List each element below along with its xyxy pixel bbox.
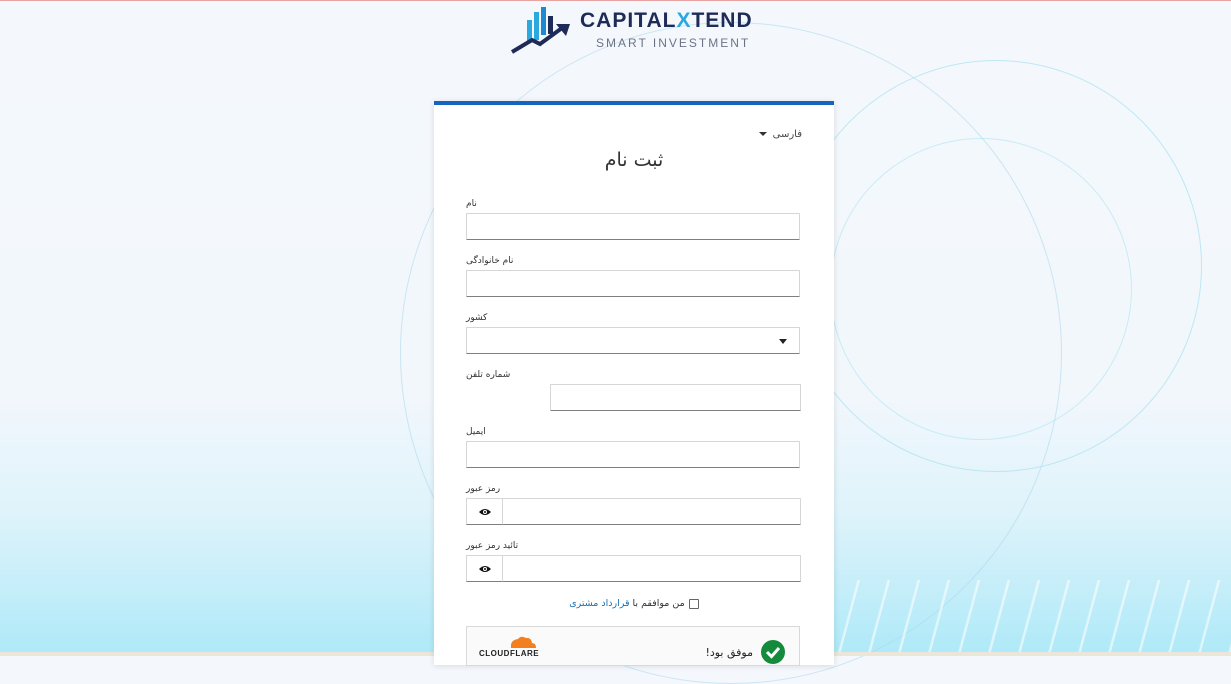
password-input[interactable] [502,498,801,525]
check-circle-icon [761,640,785,664]
first-name-label: نام [466,199,477,209]
email-input[interactable] [466,441,800,468]
cloudflare-captcha[interactable]: CLOUDFLARE موفق بود! [466,626,800,666]
show-password-button[interactable] [466,498,503,525]
country-select[interactable] [466,327,800,354]
phone-label: شماره تلفن [466,370,511,380]
brand-tagline: SMART INVESTMENT [596,36,751,50]
page-title: ثبت نام [604,149,664,171]
confirm-password-label: تائید رمز عبور [466,541,519,551]
cloudflare-label: CLOUDFLARE [479,649,540,658]
top-border-line [0,0,1231,1]
background-circle [830,138,1132,440]
password-label: رمز عبور [466,484,501,494]
confirm-password-input[interactable] [502,555,801,582]
last-name-label: نام خانوادگی [466,256,514,266]
cloudflare-logo-icon [510,636,536,648]
brand-name: CAPITALXTEND [580,9,753,32]
country-label: کشور [466,313,488,323]
chevron-down-icon [779,339,787,344]
caret-down-icon [759,132,768,136]
register-card: فارسی ثبت نام نام نام خانوادگی کشور شمار… [434,101,834,666]
agreement-row: من موافقم با قرارداد مشتری [434,598,834,609]
phone-input[interactable] [550,384,801,411]
show-confirm-password-button[interactable] [466,555,503,582]
eye-icon [478,508,491,515]
captcha-status-text: موفق بود! [705,646,753,659]
email-label: ایمیل [466,427,486,437]
agreement-text: من موافقم با [632,598,685,609]
client-agreement-link[interactable]: قرارداد مشتری [569,598,629,609]
language-selector[interactable]: فارسی [759,129,802,140]
background-grid-floor [800,580,1231,656]
language-label: فارسی [772,129,802,140]
first-name-input[interactable] [466,213,800,240]
agree-checkbox[interactable] [688,598,699,609]
eye-icon [478,565,491,572]
last-name-input[interactable] [466,270,800,297]
